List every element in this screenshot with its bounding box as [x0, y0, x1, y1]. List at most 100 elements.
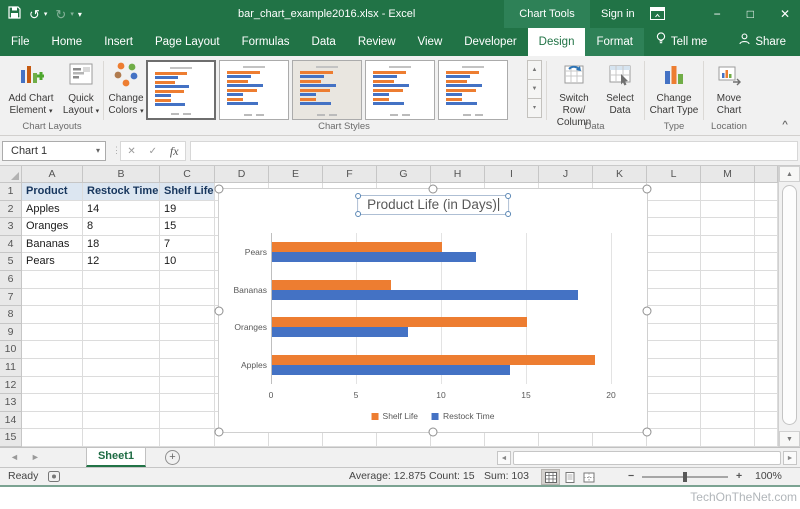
- tab-developer[interactable]: Developer: [453, 28, 527, 56]
- share-button[interactable]: Share: [725, 28, 800, 56]
- zoom-level[interactable]: 100%: [755, 468, 782, 485]
- cell-5[interactable]: [755, 253, 778, 271]
- row-header-11[interactable]: 11: [0, 359, 22, 377]
- cell-A10[interactable]: [22, 341, 83, 359]
- cell-B11[interactable]: [83, 359, 160, 377]
- column-header-G[interactable]: G: [377, 166, 431, 183]
- cell-A8[interactable]: [22, 306, 83, 324]
- cell-L13[interactable]: [647, 394, 701, 412]
- minimize-button[interactable]: −: [714, 7, 721, 21]
- cell-B3[interactable]: 8: [83, 218, 160, 236]
- cell-M5[interactable]: [701, 253, 755, 271]
- cell-C10[interactable]: [160, 341, 215, 359]
- gallery-more-icon[interactable]: ▾: [527, 98, 542, 118]
- chart-style-thumbnail-3[interactable]: [292, 60, 362, 120]
- sheet-nav-left-icon[interactable]: ◄: [10, 452, 31, 462]
- tab-review[interactable]: Review: [347, 28, 407, 56]
- row-header-15[interactable]: 15: [0, 429, 22, 447]
- cell-M8[interactable]: [701, 306, 755, 324]
- chart-selection-handle[interactable]: [643, 428, 652, 437]
- cell-B10[interactable]: [83, 341, 160, 359]
- cell-C7[interactable]: [160, 289, 215, 307]
- cell-7[interactable]: [755, 289, 778, 307]
- tab-tell-me[interactable]: Tell me: [644, 28, 719, 56]
- title-handle[interactable]: [355, 211, 361, 217]
- macro-record-icon[interactable]: [48, 471, 60, 488]
- maximize-button[interactable]: □: [747, 7, 754, 21]
- move-chart-button[interactable]: Move Chart: [707, 60, 751, 117]
- column-header-B[interactable]: B: [83, 166, 160, 183]
- chart-style-thumbnail-1[interactable]: [146, 60, 216, 120]
- cell-M9[interactable]: [701, 324, 755, 342]
- cell-L14[interactable]: [647, 412, 701, 430]
- name-box-dropdown-icon[interactable]: ▾: [96, 142, 100, 160]
- cell-L9[interactable]: [647, 324, 701, 342]
- sheet-tab-sheet1[interactable]: Sheet1: [86, 448, 146, 467]
- close-button[interactable]: ✕: [780, 7, 790, 21]
- cell-A4[interactable]: Bananas: [22, 236, 83, 254]
- quick-layout-button[interactable]: Quick Layout ▾: [60, 60, 102, 118]
- status-average[interactable]: Average: 12.875: [349, 468, 426, 485]
- cell-C1[interactable]: Shelf Life: [160, 183, 215, 201]
- cell-A2[interactable]: Apples: [22, 201, 83, 219]
- cell-1[interactable]: [755, 183, 778, 201]
- tab-file[interactable]: File: [0, 28, 41, 56]
- cell-L6[interactable]: [647, 271, 701, 289]
- change-chart-type-button[interactable]: Change Chart Type: [647, 60, 701, 117]
- hscroll-right-icon[interactable]: ►: [783, 451, 797, 465]
- cell-A14[interactable]: [22, 412, 83, 430]
- cell-12[interactable]: [755, 377, 778, 395]
- chart-selection-handle[interactable]: [643, 185, 652, 194]
- cell-9[interactable]: [755, 324, 778, 342]
- view-normal-icon[interactable]: [541, 469, 560, 485]
- cell-C11[interactable]: [160, 359, 215, 377]
- row-header-5[interactable]: 5: [0, 253, 22, 271]
- cell-11[interactable]: [755, 359, 778, 377]
- cell-C5[interactable]: 10: [160, 253, 215, 271]
- tab-view[interactable]: View: [407, 28, 454, 56]
- cell-A15[interactable]: [22, 429, 83, 447]
- cell-L11[interactable]: [647, 359, 701, 377]
- chart-selection-handle[interactable]: [643, 306, 652, 315]
- cell-A9[interactable]: [22, 324, 83, 342]
- view-page-break-icon[interactable]: [579, 469, 598, 485]
- select-all-corner[interactable]: [0, 166, 22, 183]
- customize-qat-icon[interactable]: ▾: [78, 10, 82, 19]
- column-header-H[interactable]: H: [431, 166, 485, 183]
- cell-L12[interactable]: [647, 377, 701, 395]
- cell-B9[interactable]: [83, 324, 160, 342]
- row-header-7[interactable]: 7: [0, 289, 22, 307]
- cell-B2[interactable]: 14: [83, 201, 160, 219]
- row-header-8[interactable]: 8: [0, 306, 22, 324]
- row-header-12[interactable]: 12: [0, 377, 22, 395]
- tab-formulas[interactable]: Formulas: [231, 28, 301, 56]
- cell-L3[interactable]: [647, 218, 701, 236]
- cell-A6[interactable]: [22, 271, 83, 289]
- cell-10[interactable]: [755, 341, 778, 359]
- cell-4[interactable]: [755, 236, 778, 254]
- hscroll-left-icon[interactable]: ◄: [497, 451, 511, 465]
- scroll-down-icon[interactable]: ▼: [779, 431, 800, 447]
- chart-selection-handle[interactable]: [215, 306, 224, 315]
- legend-item-restock-time[interactable]: Restock Time: [432, 411, 495, 421]
- cell-14[interactable]: [755, 412, 778, 430]
- tab-format[interactable]: Format: [585, 28, 643, 56]
- cell-M7[interactable]: [701, 289, 755, 307]
- new-sheet-icon[interactable]: +: [165, 450, 180, 465]
- insert-function-icon[interactable]: fx: [170, 144, 179, 159]
- cell-A13[interactable]: [22, 394, 83, 412]
- cell-L2[interactable]: [647, 201, 701, 219]
- zoom-slider-thumb[interactable]: [683, 472, 687, 482]
- cell-L8[interactable]: [647, 306, 701, 324]
- cell-B6[interactable]: [83, 271, 160, 289]
- row-header-13[interactable]: 13: [0, 394, 22, 412]
- name-box[interactable]: Chart 1 ▾: [2, 141, 106, 161]
- cell-C13[interactable]: [160, 394, 215, 412]
- cell-C15[interactable]: [160, 429, 215, 447]
- enter-icon[interactable]: ✓: [149, 146, 157, 157]
- column-header-K[interactable]: K: [593, 166, 647, 183]
- vertical-scrollbar-thumb[interactable]: [782, 185, 797, 425]
- cell-A5[interactable]: Pears: [22, 253, 83, 271]
- vertical-scrollbar[interactable]: ▲ ▼: [778, 166, 800, 447]
- cell-M15[interactable]: [701, 429, 755, 447]
